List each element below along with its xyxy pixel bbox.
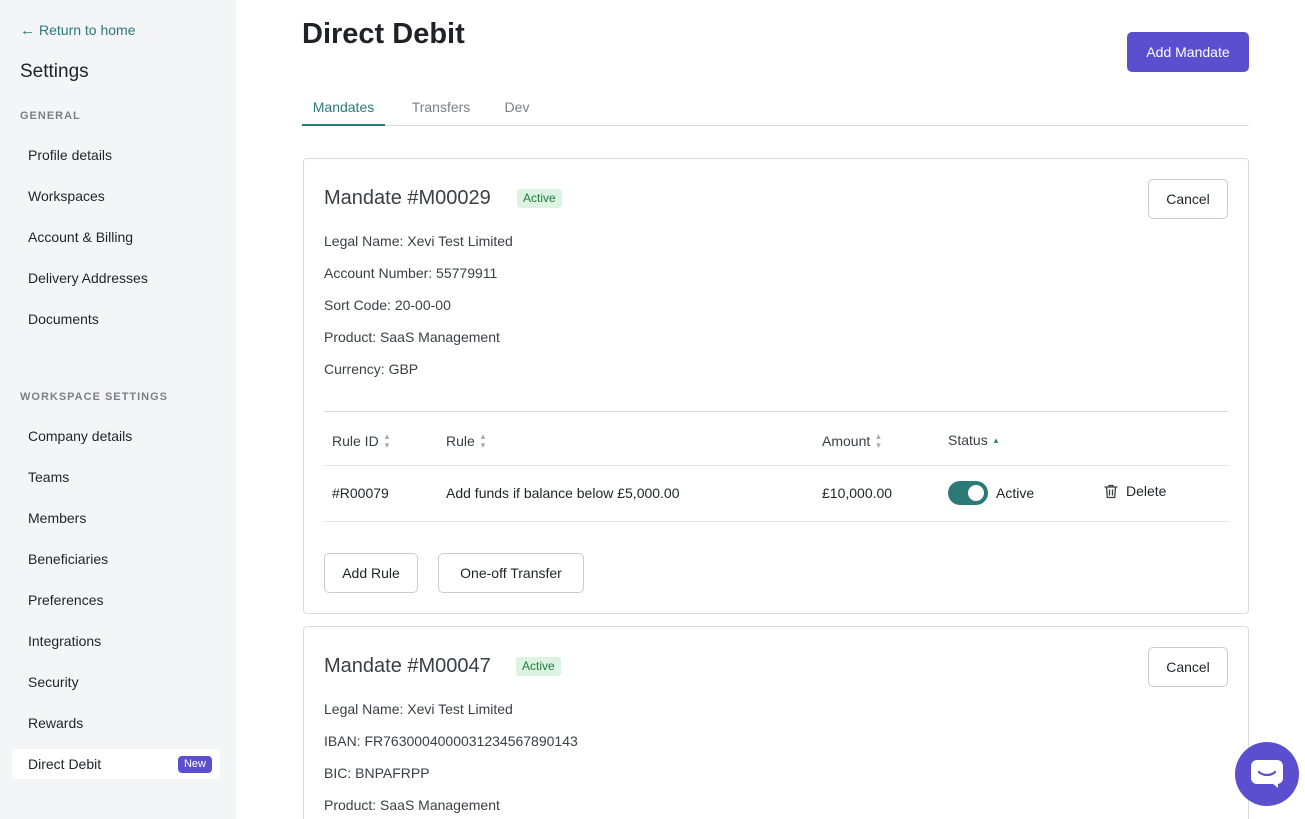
- tab-transfers[interactable]: Transfers: [403, 90, 479, 126]
- one-off-transfer-button[interactable]: One-off Transfer: [438, 553, 584, 593]
- legal-name: Legal Name: Xevi Test Limited: [324, 701, 513, 717]
- add-rule-button[interactable]: Add Rule: [324, 553, 418, 593]
- cancel-mandate-button[interactable]: Cancel: [1148, 647, 1228, 687]
- return-home-link[interactable]: ← Return to home: [20, 22, 136, 38]
- mandate-card: Mandate #M00029 Active Cancel Legal Name…: [303, 158, 1249, 614]
- mandate-card: Mandate #M00047 Active Cancel Legal Name…: [303, 626, 1249, 819]
- column-header-label: Amount: [822, 433, 871, 449]
- page-title: Direct Debit: [302, 18, 465, 50]
- sort-code: Sort Code: 20-00-00: [324, 297, 451, 313]
- column-header-label: Rule: [446, 433, 475, 449]
- column-header-label: Rule ID: [332, 433, 379, 449]
- delete-label: Delete: [1126, 483, 1167, 499]
- sidebar-item-members[interactable]: Members: [12, 503, 220, 533]
- rule-cell: Add funds if balance below £5,000.00: [446, 485, 680, 501]
- sidebar-item-integrations[interactable]: Integrations: [12, 626, 220, 656]
- sidebar-item-account-billing[interactable]: Account & Billing: [12, 222, 220, 252]
- cancel-mandate-button[interactable]: Cancel: [1148, 179, 1228, 219]
- sidebar-item-label: Direct Debit: [28, 756, 102, 772]
- trash-icon: [1104, 484, 1118, 498]
- sidebar-item-documents[interactable]: Documents: [12, 304, 220, 334]
- rules-table-divider: [324, 411, 1229, 412]
- product: Product: SaaS Management: [324, 797, 500, 813]
- sidebar-item-workspaces[interactable]: Workspaces: [12, 181, 220, 211]
- sort-icon: ▴ ▾: [876, 431, 881, 450]
- mandate-title: Mandate #M00047: [324, 655, 491, 677]
- sort-icon: ▴ ▾: [384, 431, 390, 450]
- section-label-workspace-settings: WORKSPACE SETTINGS: [20, 391, 168, 403]
- sidebar-item-teams[interactable]: Teams: [12, 462, 220, 492]
- table-row-divider: [324, 521, 1229, 522]
- iban: IBAN: FR7630004000031234567890143: [324, 733, 578, 749]
- sidebar-item-profile-details[interactable]: Profile details: [12, 140, 220, 170]
- new-badge: New: [177, 756, 212, 773]
- sidebar-item-company-details[interactable]: Company details: [12, 421, 220, 451]
- sort-asc-icon: ▴: [993, 434, 999, 445]
- tab-bar: Mandates Transfers Dev: [302, 90, 1249, 126]
- sort-icon: ▴ ▾: [480, 431, 486, 450]
- column-header-amount[interactable]: Amount ▴ ▾: [822, 432, 881, 450]
- status-badge: Active: [517, 189, 562, 208]
- column-header-rule[interactable]: Rule ▴ ▾: [446, 432, 485, 450]
- add-mandate-button[interactable]: Add Mandate: [1127, 32, 1249, 72]
- chat-launcher-button[interactable]: [1235, 742, 1299, 806]
- sidebar-item-rewards[interactable]: Rewards: [12, 708, 220, 738]
- amount-cell: £10,000.00: [822, 485, 893, 501]
- column-header-rule-id[interactable]: Rule ID ▴ ▾: [332, 432, 389, 450]
- rule-id-cell: #R00079: [332, 485, 389, 501]
- delete-rule-button[interactable]: Delete: [1104, 483, 1166, 499]
- rule-status-toggle[interactable]: [948, 481, 988, 505]
- sidebar-item-preferences[interactable]: Preferences: [12, 585, 220, 615]
- bic: BIC: BNPAFRPP: [324, 765, 430, 781]
- status-badge: Active: [516, 657, 561, 676]
- column-header-label: Status: [948, 432, 988, 448]
- tab-dev[interactable]: Dev: [499, 90, 535, 126]
- tab-mandates[interactable]: Mandates: [302, 90, 385, 126]
- sidebar-item-delivery-addresses[interactable]: Delivery Addresses: [12, 263, 220, 293]
- currency: Currency: GBP: [324, 361, 419, 377]
- sidebar-item-security[interactable]: Security: [12, 667, 220, 697]
- return-home-label: Return to home: [39, 22, 136, 38]
- toggle-knob: [968, 485, 984, 501]
- settings-sidebar: ← Return to home Settings GENERAL Profil…: [0, 0, 236, 819]
- section-label-general: GENERAL: [20, 110, 81, 122]
- chat-icon: [1251, 760, 1283, 788]
- rule-status-label: Active: [996, 485, 1035, 501]
- product: Product: SaaS Management: [324, 329, 500, 345]
- mandate-title: Mandate #M00029: [324, 187, 491, 209]
- account-number: Account Number: 55779911: [324, 265, 498, 281]
- arrow-left-icon: ←: [20, 21, 35, 39]
- sidebar-item-direct-debit[interactable]: Direct Debit New: [12, 749, 220, 779]
- sidebar-item-beneficiaries[interactable]: Beneficiaries: [12, 544, 220, 574]
- column-header-status[interactable]: Status ▴: [948, 432, 998, 448]
- sidebar-title: Settings: [20, 61, 89, 82]
- table-row-divider: [324, 465, 1229, 466]
- legal-name: Legal Name: Xevi Test Limited: [324, 233, 513, 249]
